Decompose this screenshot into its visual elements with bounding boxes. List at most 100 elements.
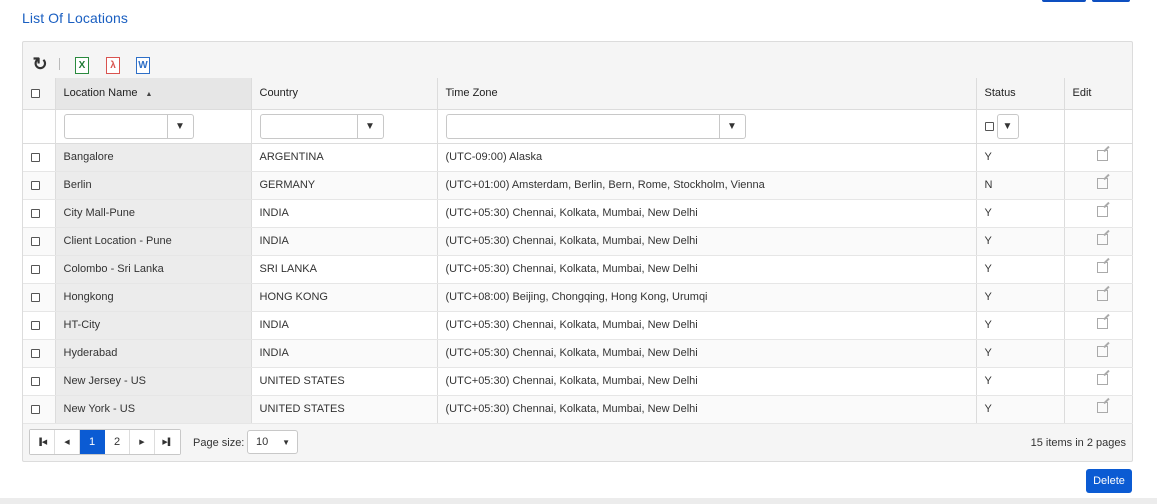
status-cell: Y [976,283,1065,312]
table-row[interactable]: Colombo - Sri Lanka SRI LANKA (UTC+05:30) … [23,255,1133,284]
country-filter-input[interactable] [259,113,358,139]
row-checkbox[interactable] [31,152,40,162]
next-page-icon[interactable]: ▶ [130,430,155,454]
export-pdf-button[interactable]: λ [105,56,121,74]
location-name-header-label: Location Name [63,87,138,100]
edit-icon[interactable] [1096,178,1108,189]
timezone-filter-icon[interactable]: ▼ [719,113,746,139]
row-checkbox[interactable] [31,376,40,386]
timezone-cell: (UTC+05:30) Chennai, Kolkata, Mumbai, Ne… [437,255,977,284]
first-page-icon[interactable]: ▐◀ [30,430,55,454]
country-header-label: Country [259,87,299,100]
column-header-time-zone[interactable]: Time Zone [437,78,977,110]
table-row[interactable]: Bangalore ARGENTINA (UTC-09:00) Alaska Y [23,143,1133,172]
column-header-location-name[interactable]: Location Name ▲ [55,78,252,110]
row-select-cell [23,367,56,396]
timezone-cell: (UTC-09:00) Alaska [437,143,977,172]
filter-cell-country: ▼ [251,109,438,144]
column-header-status[interactable]: Status [976,78,1065,110]
row-checkbox[interactable] [31,320,40,330]
column-header-edit: Edit [1064,78,1133,110]
word-icon: W [136,56,150,74]
status-filter-checkbox[interactable] [984,121,994,131]
row-checkbox[interactable] [31,208,40,218]
timezone-filter-input[interactable] [445,113,720,139]
table-row[interactable]: HT-City INDIA (UTC+05:30) Chennai, Kolkata… [23,311,1133,340]
top-button-1[interactable] [1042,0,1086,2]
row-checkbox[interactable] [31,348,40,358]
row-checkbox[interactable] [31,180,40,190]
edit-icon[interactable] [1096,374,1108,385]
edit-header-label: Edit [1072,87,1092,100]
table-row[interactable]: City Mall-Pune INDIA (UTC+05:30) Chennai, … [23,199,1133,228]
location-name-cell: Hongkong [55,283,252,312]
excel-icon: X [75,56,89,74]
refresh-icon[interactable]: ↻ [32,54,48,74]
country-cell: HONG KONG [251,283,438,312]
table-row[interactable]: Berlin GERMANY (UTC+01:00) Amsterdam, Berl… [23,171,1133,200]
table-row[interactable]: Hyderabad INDIA (UTC+05:30) Chennai, Kolka… [23,339,1133,368]
pdf-icon: λ [106,56,120,74]
table-row[interactable]: New York - US UNITED STATES (UTC+05:30) Ch… [23,395,1133,424]
bottom-band [0,498,1157,504]
location-filter-input[interactable] [63,113,168,139]
timezone-cell: (UTC+05:30) Chennai, Kolkata, Mumbai, Ne… [437,339,977,368]
edit-icon[interactable] [1096,402,1108,413]
filter-cell-location: ▼ [55,109,252,144]
edit-cell [1064,227,1133,256]
page: List Of Locations ↻ X λ W Location Name … [0,0,1157,504]
timezone-cell: (UTC+05:30) Chennai, Kolkata, Mumbai, Ne… [437,199,977,228]
header-row: Location Name ▲ Country Time Zone Status … [23,78,1133,110]
timezone-cell: (UTC+05:30) Chennai, Kolkata, Mumbai, Ne… [437,367,977,396]
edit-icon[interactable] [1096,262,1108,273]
top-button-2[interactable] [1092,0,1130,2]
page-size-select[interactable]: 10 ▼ [247,430,298,454]
export-excel-button[interactable]: X [74,56,90,74]
status-cell: Y [976,199,1065,228]
edit-icon[interactable] [1096,150,1108,161]
edit-cell [1064,395,1133,424]
country-filter-icon[interactable]: ▼ [357,113,384,139]
location-name-cell: New Jersey - US [55,367,252,396]
time-zone-header-label: Time Zone [445,87,498,100]
timezone-cell: (UTC+05:30) Chennai, Kolkata, Mumbai, Ne… [437,395,977,424]
delete-button[interactable]: Delete [1086,469,1132,493]
filter-row: ▼ ▼ ▼ ▼ [23,109,1133,144]
select-all-checkbox[interactable] [31,88,40,98]
chevron-down-icon: ▼ [282,438,290,447]
row-select-cell [23,395,56,424]
status-cell: Y [976,143,1065,172]
country-cell: INDIA [251,199,438,228]
row-checkbox[interactable] [31,404,40,414]
page-button-2[interactable]: 2 [105,430,130,454]
edit-icon[interactable] [1096,318,1108,329]
location-name-cell: New York - US [55,395,252,424]
row-checkbox[interactable] [31,292,40,302]
page-title: List Of Locations [22,10,128,26]
row-select-cell [23,143,56,172]
edit-icon[interactable] [1096,234,1108,245]
status-filter-icon[interactable]: ▼ [996,113,1019,139]
page-button-1[interactable]: 1 [80,430,105,454]
filter-cell-timezone: ▼ [437,109,977,144]
last-page-icon[interactable]: ▶▌ [155,430,180,454]
edit-icon[interactable] [1096,206,1108,217]
items-info: 15 items in 2 pages [1030,437,1126,449]
export-word-button[interactable]: W [135,56,151,74]
row-checkbox[interactable] [31,264,40,274]
edit-icon[interactable] [1096,346,1108,357]
edit-cell [1064,367,1133,396]
prev-page-icon[interactable]: ◀ [55,430,80,454]
country-cell: ARGENTINA [251,143,438,172]
table-row[interactable]: Client Location - Pune INDIA (UTC+05:30) C… [23,227,1133,256]
edit-icon[interactable] [1096,290,1108,301]
table-row[interactable]: Hongkong HONG KONG (UTC+08:00) Beijing, Ch… [23,283,1133,312]
location-filter-icon[interactable]: ▼ [167,113,194,139]
column-header-country[interactable]: Country [251,78,438,110]
status-cell: N [976,171,1065,200]
edit-cell [1064,143,1133,172]
country-cell: UNITED STATES [251,395,438,424]
row-checkbox[interactable] [31,236,40,246]
timezone-cell: (UTC+05:30) Chennai, Kolkata, Mumbai, Ne… [437,311,977,340]
table-row[interactable]: New Jersey - US UNITED STATES (UTC+05:30) … [23,367,1133,396]
